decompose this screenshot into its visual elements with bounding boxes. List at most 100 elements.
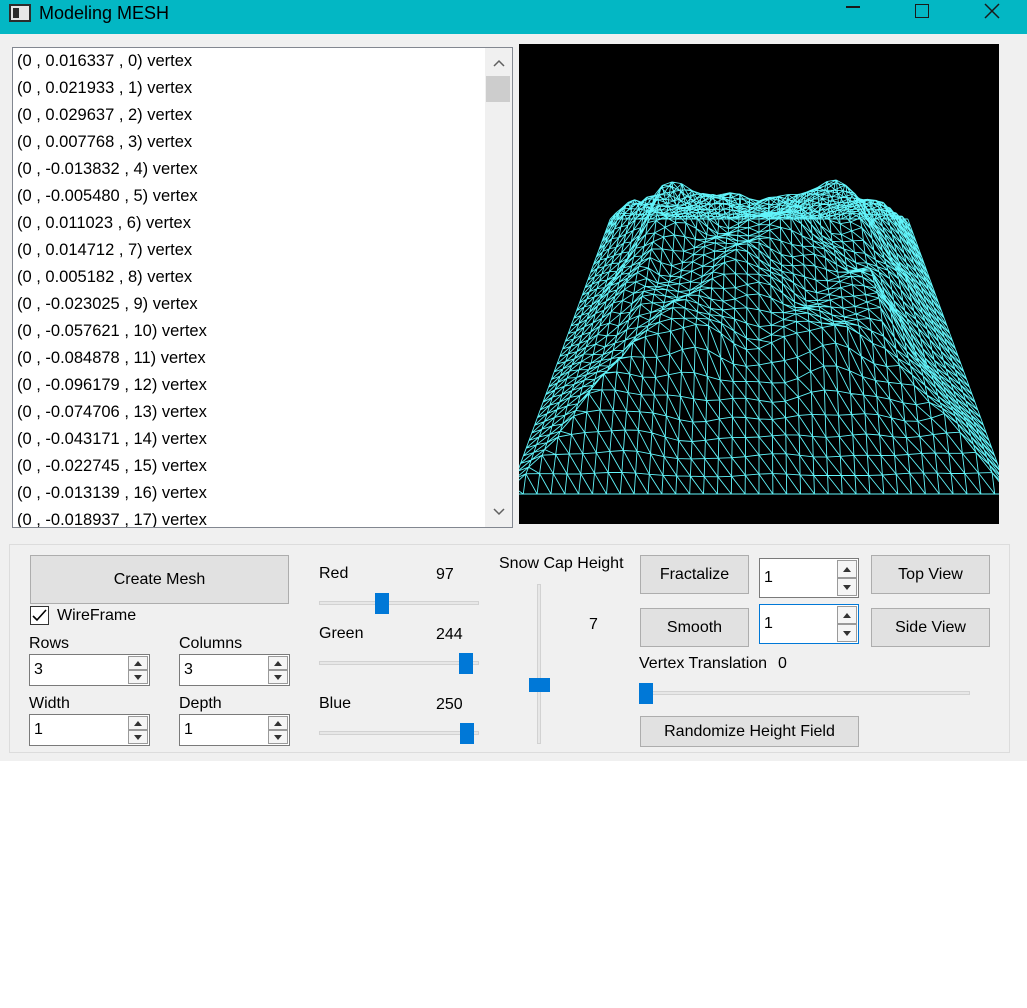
list-item[interactable]: (0 , -0.018937 , 17) vertex: [13, 507, 485, 527]
wireframe-checkbox[interactable]: [30, 606, 49, 625]
blue-slider-thumb[interactable]: [460, 723, 474, 744]
arrow-up-icon: [843, 566, 851, 572]
fractalize-button[interactable]: Fractalize: [640, 555, 749, 594]
maximize-icon: [915, 4, 929, 18]
smooth-button[interactable]: Smooth: [640, 608, 749, 647]
arrow-down-icon: [134, 734, 142, 740]
rows-value: 3: [34, 661, 43, 678]
list-item[interactable]: (0 , 0.007768 , 3) vertex: [13, 129, 485, 156]
fractalize-down-button[interactable]: [837, 578, 857, 596]
list-item[interactable]: (0 , 0.005182 , 8) vertex: [13, 264, 485, 291]
list-item[interactable]: (0 , -0.022745 , 15) vertex: [13, 453, 485, 480]
rows-label: Rows: [29, 635, 70, 652]
list-item[interactable]: (0 , -0.023025 , 9) vertex: [13, 291, 485, 318]
smooth-up-button[interactable]: [837, 606, 857, 624]
width-label: Width: [29, 695, 70, 712]
list-item[interactable]: (0 , -0.043171 , 14) vertex: [13, 426, 485, 453]
top-view-button[interactable]: Top View: [871, 555, 990, 594]
close-button[interactable]: [957, 0, 1027, 28]
randomize-height-field-button[interactable]: Randomize Height Field: [640, 716, 859, 747]
wireframe-label: WireFrame: [57, 607, 137, 624]
snow-cap-slider-track[interactable]: [537, 584, 541, 744]
depth-up-button[interactable]: [268, 716, 288, 730]
rows-up-button[interactable]: [128, 656, 148, 670]
red-value: 97: [436, 566, 454, 583]
window-title: Modeling MESH: [39, 3, 170, 23]
mesh-lines: [519, 179, 999, 495]
list-item[interactable]: (0 , 0.021933 , 1) vertex: [13, 75, 485, 102]
vertical-scrollbar[interactable]: [485, 48, 512, 527]
arrow-up-icon: [274, 660, 282, 666]
arrow-down-icon: [274, 734, 282, 740]
maximize-button[interactable]: [887, 0, 957, 28]
vertex-translation-label: Vertex Translation: [639, 655, 768, 672]
mesh-viewport[interactable]: [519, 44, 999, 524]
list-item[interactable]: (0 , -0.005480 , 5) vertex: [13, 183, 485, 210]
rows-spinbox[interactable]: 3: [29, 654, 150, 686]
close-icon: [984, 3, 1000, 19]
red-slider-thumb[interactable]: [374, 593, 389, 614]
depth-down-button[interactable]: [268, 730, 288, 744]
width-up-button[interactable]: [128, 716, 148, 730]
smooth-spinbox[interactable]: 1: [759, 604, 859, 644]
blue-slider-track[interactable]: [319, 731, 479, 735]
scroll-down-button[interactable]: [485, 499, 512, 525]
vertex-list[interactable]: (0 , 0.016337 , 0) vertex (0 , 0.021933 ,…: [12, 47, 513, 528]
minimize-button[interactable]: [818, 0, 888, 28]
depth-value: 1: [184, 721, 193, 738]
list-item[interactable]: (0 , -0.013832 , 4) vertex: [13, 156, 485, 183]
app-icon: [9, 4, 31, 22]
green-value: 244: [436, 626, 463, 643]
list-item[interactable]: (0 , -0.074706 , 13) vertex: [13, 399, 485, 426]
list-item[interactable]: (0 , -0.096179 , 12) vertex: [13, 372, 485, 399]
depth-spinbox[interactable]: 1: [179, 714, 290, 746]
green-slider-thumb[interactable]: [458, 653, 473, 674]
scroll-up-button[interactable]: [485, 50, 512, 76]
list-item[interactable]: (0 , 0.016337 , 0) vertex: [13, 48, 485, 75]
green-slider-track[interactable]: [319, 661, 479, 665]
smooth-value: 1: [764, 615, 773, 632]
fractalize-spinbox[interactable]: 1: [759, 558, 859, 598]
arrow-down-icon: [274, 674, 282, 680]
create-mesh-button[interactable]: Create Mesh: [30, 555, 289, 604]
vertex-translation-slider-thumb[interactable]: [639, 683, 653, 704]
width-spinbox[interactable]: 1: [29, 714, 150, 746]
red-slider-track[interactable]: [319, 601, 479, 605]
columns-down-button[interactable]: [268, 670, 288, 684]
columns-label: Columns: [179, 635, 243, 652]
arrow-down-icon: [843, 584, 851, 590]
columns-spinbox[interactable]: 3: [179, 654, 290, 686]
columns-up-button[interactable]: [268, 656, 288, 670]
width-down-button[interactable]: [128, 730, 148, 744]
checkmark-icon: [32, 609, 47, 622]
side-view-button[interactable]: Side View: [871, 608, 990, 647]
arrow-up-icon: [843, 612, 851, 618]
list-item[interactable]: (0 , -0.084878 , 11) vertex: [13, 345, 485, 372]
snow-cap-value: 7: [589, 616, 598, 633]
list-item[interactable]: (0 , 0.011023 , 6) vertex: [13, 210, 485, 237]
columns-value: 3: [184, 661, 193, 678]
snow-cap-slider-thumb[interactable]: [529, 678, 550, 692]
smooth-down-button[interactable]: [837, 624, 857, 642]
list-item[interactable]: (0 , 0.014712 , 7) vertex: [13, 237, 485, 264]
chevron-up-icon: [492, 59, 505, 67]
arrow-down-icon: [134, 674, 142, 680]
width-value: 1: [34, 721, 43, 738]
vertex-list-items: (0 , 0.016337 , 0) vertex (0 , 0.021933 ,…: [13, 48, 485, 527]
depth-label: Depth: [179, 695, 222, 712]
snow-cap-label: Snow Cap Height: [499, 555, 624, 572]
title-bar: Modeling MESH: [0, 0, 1027, 34]
chevron-down-icon: [492, 508, 505, 516]
list-item[interactable]: (0 , -0.057621 , 10) vertex: [13, 318, 485, 345]
list-item[interactable]: (0 , -0.013139 , 16) vertex: [13, 480, 485, 507]
minimize-icon: [846, 6, 860, 8]
fractalize-up-button[interactable]: [837, 560, 857, 578]
arrow-down-icon: [843, 630, 851, 636]
scroll-thumb[interactable]: [486, 76, 510, 102]
list-item[interactable]: (0 , 0.029637 , 2) vertex: [13, 102, 485, 129]
arrow-up-icon: [274, 720, 282, 726]
vertex-translation-slider-track[interactable]: [640, 691, 970, 695]
arrow-up-icon: [134, 720, 142, 726]
rows-down-button[interactable]: [128, 670, 148, 684]
blue-label: Blue: [319, 695, 352, 712]
